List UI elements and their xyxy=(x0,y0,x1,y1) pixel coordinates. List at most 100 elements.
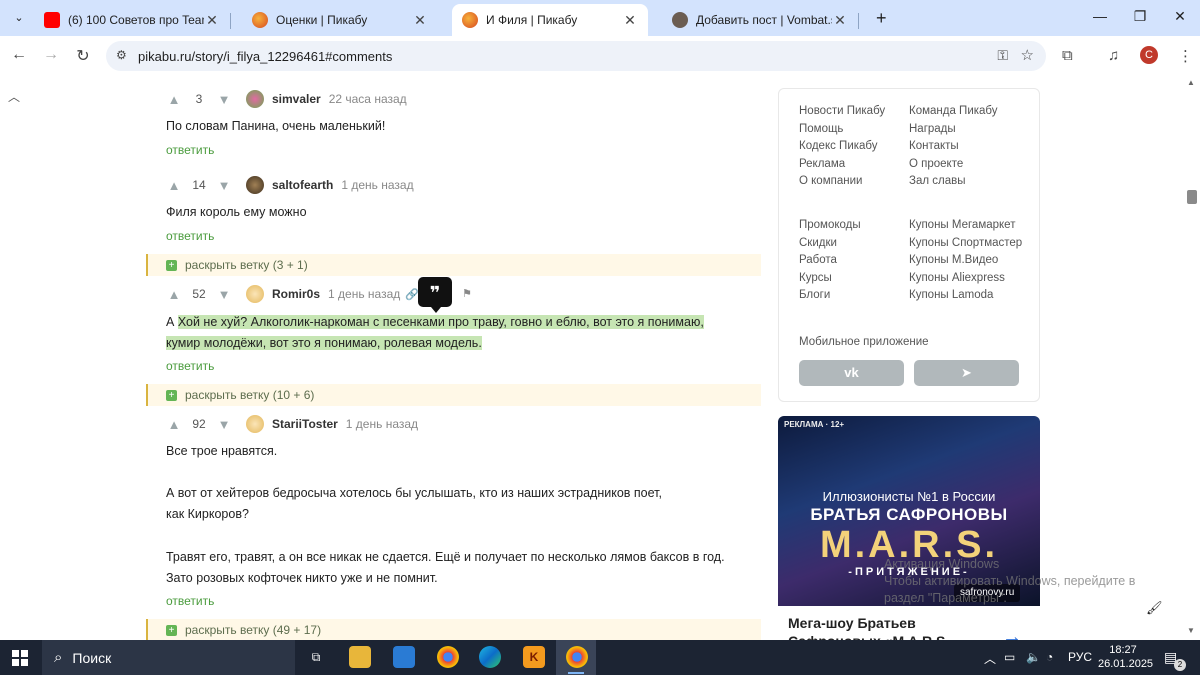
footer-link[interactable]: Купоны Спортмастер xyxy=(909,237,1022,249)
forward-button[interactable]: → xyxy=(40,46,62,64)
comment-author[interactable]: simvaler xyxy=(272,92,321,106)
footer-link[interactable]: О проекте xyxy=(909,158,963,170)
comment-time[interactable]: 1 день назад xyxy=(328,287,400,301)
chevron-up-icon[interactable]: ︿ xyxy=(8,88,20,105)
tab-pikabu-ratings[interactable]: Оценки | Пикабу ✕ xyxy=(242,4,438,36)
downvote-icon[interactable]: ▼ xyxy=(216,287,232,302)
tab-close-icon[interactable]: ✕ xyxy=(412,12,428,29)
kinopoisk-icon[interactable]: K xyxy=(523,646,545,668)
edge-icon[interactable] xyxy=(479,646,501,668)
extensions-icon[interactable]: ⧉ xyxy=(1062,47,1073,64)
footer-link[interactable]: Новости Пикабу xyxy=(799,105,885,117)
tab-vombat[interactable]: Добавить пост | Vombat.su ✕ xyxy=(662,4,859,36)
upvote-icon[interactable]: ▲ xyxy=(166,417,182,432)
comment-author[interactable]: StariiToster xyxy=(272,417,338,431)
upvote-icon[interactable]: ▲ xyxy=(166,92,182,107)
password-key-icon[interactable]: ⚿ xyxy=(997,47,1008,64)
tab-youtube[interactable]: (6) 100 Советов про Team Fortr ✕ xyxy=(34,4,231,36)
expand-branch-button[interactable]: + раскрыть ветку (49 + 17) xyxy=(146,619,761,640)
taskbar-search[interactable]: ⌕ Поиск xyxy=(42,640,295,675)
scrollbar-down-arrow[interactable]: ▼ xyxy=(1187,626,1195,635)
scrollbar-up-arrow[interactable]: ▲ xyxy=(1187,78,1195,87)
upvote-icon[interactable]: ▲ xyxy=(166,287,182,302)
tab-close-icon[interactable]: ✕ xyxy=(832,12,848,29)
reply-link[interactable]: ответить xyxy=(166,359,214,373)
reply-link[interactable]: ответить xyxy=(166,143,214,157)
bookmark-star-icon[interactable]: ☆ xyxy=(1021,46,1034,64)
tab-search-button[interactable]: ⌄ xyxy=(8,7,30,29)
menu-icon[interactable]: ⋮ xyxy=(1178,47,1193,65)
media-controls-icon[interactable]: ♫ xyxy=(1108,47,1119,64)
footer-link[interactable]: Награды xyxy=(909,123,956,135)
chrome-icon[interactable] xyxy=(437,646,459,668)
tab-close-icon[interactable]: ✕ xyxy=(622,12,638,29)
reply-link[interactable]: ответить xyxy=(166,594,214,608)
expand-branch-button[interactable]: + раскрыть ветку (3 + 1) xyxy=(146,254,761,276)
quote-button[interactable]: ❞ xyxy=(418,277,452,313)
tab-pikabu-filya[interactable]: И Филя | Пикабу ✕ xyxy=(452,4,648,36)
comment-header: ▲ 52 ▼ Romir0s 1 день назад xyxy=(166,284,400,304)
restore-button[interactable]: ❐ xyxy=(1130,8,1150,25)
ad-title[interactable]: Мега-шоу Братьев Сафроновых «M.A.R.S. xyxy=(788,614,988,640)
taskbar-clock[interactable]: 18:27 26.01.2025 xyxy=(1098,643,1153,671)
reply-link[interactable]: ответить xyxy=(166,229,214,243)
footer-link[interactable]: Команда Пикабу xyxy=(909,105,998,117)
vk-app-button[interactable]: vk xyxy=(799,360,904,386)
telegram-app-button[interactable]: ➤ xyxy=(914,360,1019,386)
footer-link[interactable]: Работа xyxy=(799,254,837,266)
expand-branch-button[interactable]: + раскрыть ветку (10 + 6) xyxy=(146,384,761,406)
profile-avatar[interactable]: C xyxy=(1140,46,1158,64)
footer-link[interactable]: Скидки xyxy=(799,237,837,249)
chevron-up-icon[interactable]: ︿ xyxy=(984,650,996,667)
comment-time[interactable]: 1 день назад xyxy=(341,178,413,192)
avatar[interactable] xyxy=(246,415,264,433)
language-indicator[interactable]: РУС xyxy=(1068,650,1092,664)
site-info-icon[interactable]: ⚙ xyxy=(116,48,127,62)
footer-link[interactable]: Курсы xyxy=(799,272,832,284)
speaker-icon[interactable]: 🔈 xyxy=(1026,650,1041,664)
flag-icon[interactable]: ⚑ xyxy=(462,287,472,300)
new-tab-button[interactable]: + xyxy=(876,8,887,29)
battery-icon[interactable]: ▭ xyxy=(1004,650,1015,664)
footer-link[interactable]: Промокоды xyxy=(799,219,861,231)
store-icon[interactable] xyxy=(393,646,415,668)
footer-link[interactable]: Реклама xyxy=(799,158,845,170)
comment-time[interactable]: 22 часа назад xyxy=(329,92,407,106)
arrow-right-icon[interactable]: → xyxy=(1002,626,1022,640)
avatar[interactable] xyxy=(246,176,264,194)
tab-close-icon[interactable]: ✕ xyxy=(204,12,220,29)
scrollbar-thumb[interactable] xyxy=(1187,190,1197,204)
footer-link[interactable]: Купоны М.Видео xyxy=(909,254,998,266)
back-button[interactable]: ← xyxy=(8,46,30,64)
link-icon[interactable]: 🔗 xyxy=(405,288,419,301)
footer-link[interactable]: Купоны Aliexpress xyxy=(909,272,1005,284)
avatar[interactable] xyxy=(246,90,264,108)
chrome-profile-icon[interactable] xyxy=(566,646,588,668)
footer-link[interactable]: Купоны Мегамаркет xyxy=(909,219,1015,231)
comment-author[interactable]: Romir0s xyxy=(272,287,320,301)
wifi-icon[interactable]: ◔ xyxy=(1046,650,1053,664)
address-bar[interactable]: ⚙ pikabu.ru/story/i_filya_12296461#comme… xyxy=(106,41,1046,71)
avatar[interactable] xyxy=(246,285,264,303)
footer-link[interactable]: Кодекс Пикабу xyxy=(799,140,878,152)
footer-link[interactable]: Помощь xyxy=(799,123,843,135)
reload-button[interactable]: ↻ xyxy=(72,46,94,66)
footer-link[interactable]: Зал славы xyxy=(909,175,965,187)
footer-link[interactable]: О компании xyxy=(799,175,862,187)
url-text[interactable]: pikabu.ru/story/i_filya_12296461#comment… xyxy=(138,49,392,64)
file-explorer-icon[interactable] xyxy=(349,646,371,668)
footer-link[interactable]: Контакты xyxy=(909,140,959,152)
comment-author[interactable]: saltofearth xyxy=(272,178,333,192)
minimize-button[interactable]: — xyxy=(1090,8,1110,24)
comment-time[interactable]: 1 день назад xyxy=(346,417,418,431)
downvote-icon[interactable]: ▼ xyxy=(216,178,232,193)
task-view-icon[interactable]: ⧉ xyxy=(305,646,327,668)
downvote-icon[interactable]: ▼ xyxy=(216,417,232,432)
footer-link[interactable]: Блоги xyxy=(799,289,830,301)
footer-link[interactable]: Купоны Lamoda xyxy=(909,289,993,301)
downvote-icon[interactable]: ▼ xyxy=(216,92,232,107)
windows-start-icon[interactable] xyxy=(12,650,28,666)
upvote-icon[interactable]: ▲ xyxy=(166,178,182,193)
paint-bucket-icon[interactable]: 🖌 xyxy=(1146,600,1163,616)
close-window-button[interactable]: ✕ xyxy=(1170,8,1190,25)
